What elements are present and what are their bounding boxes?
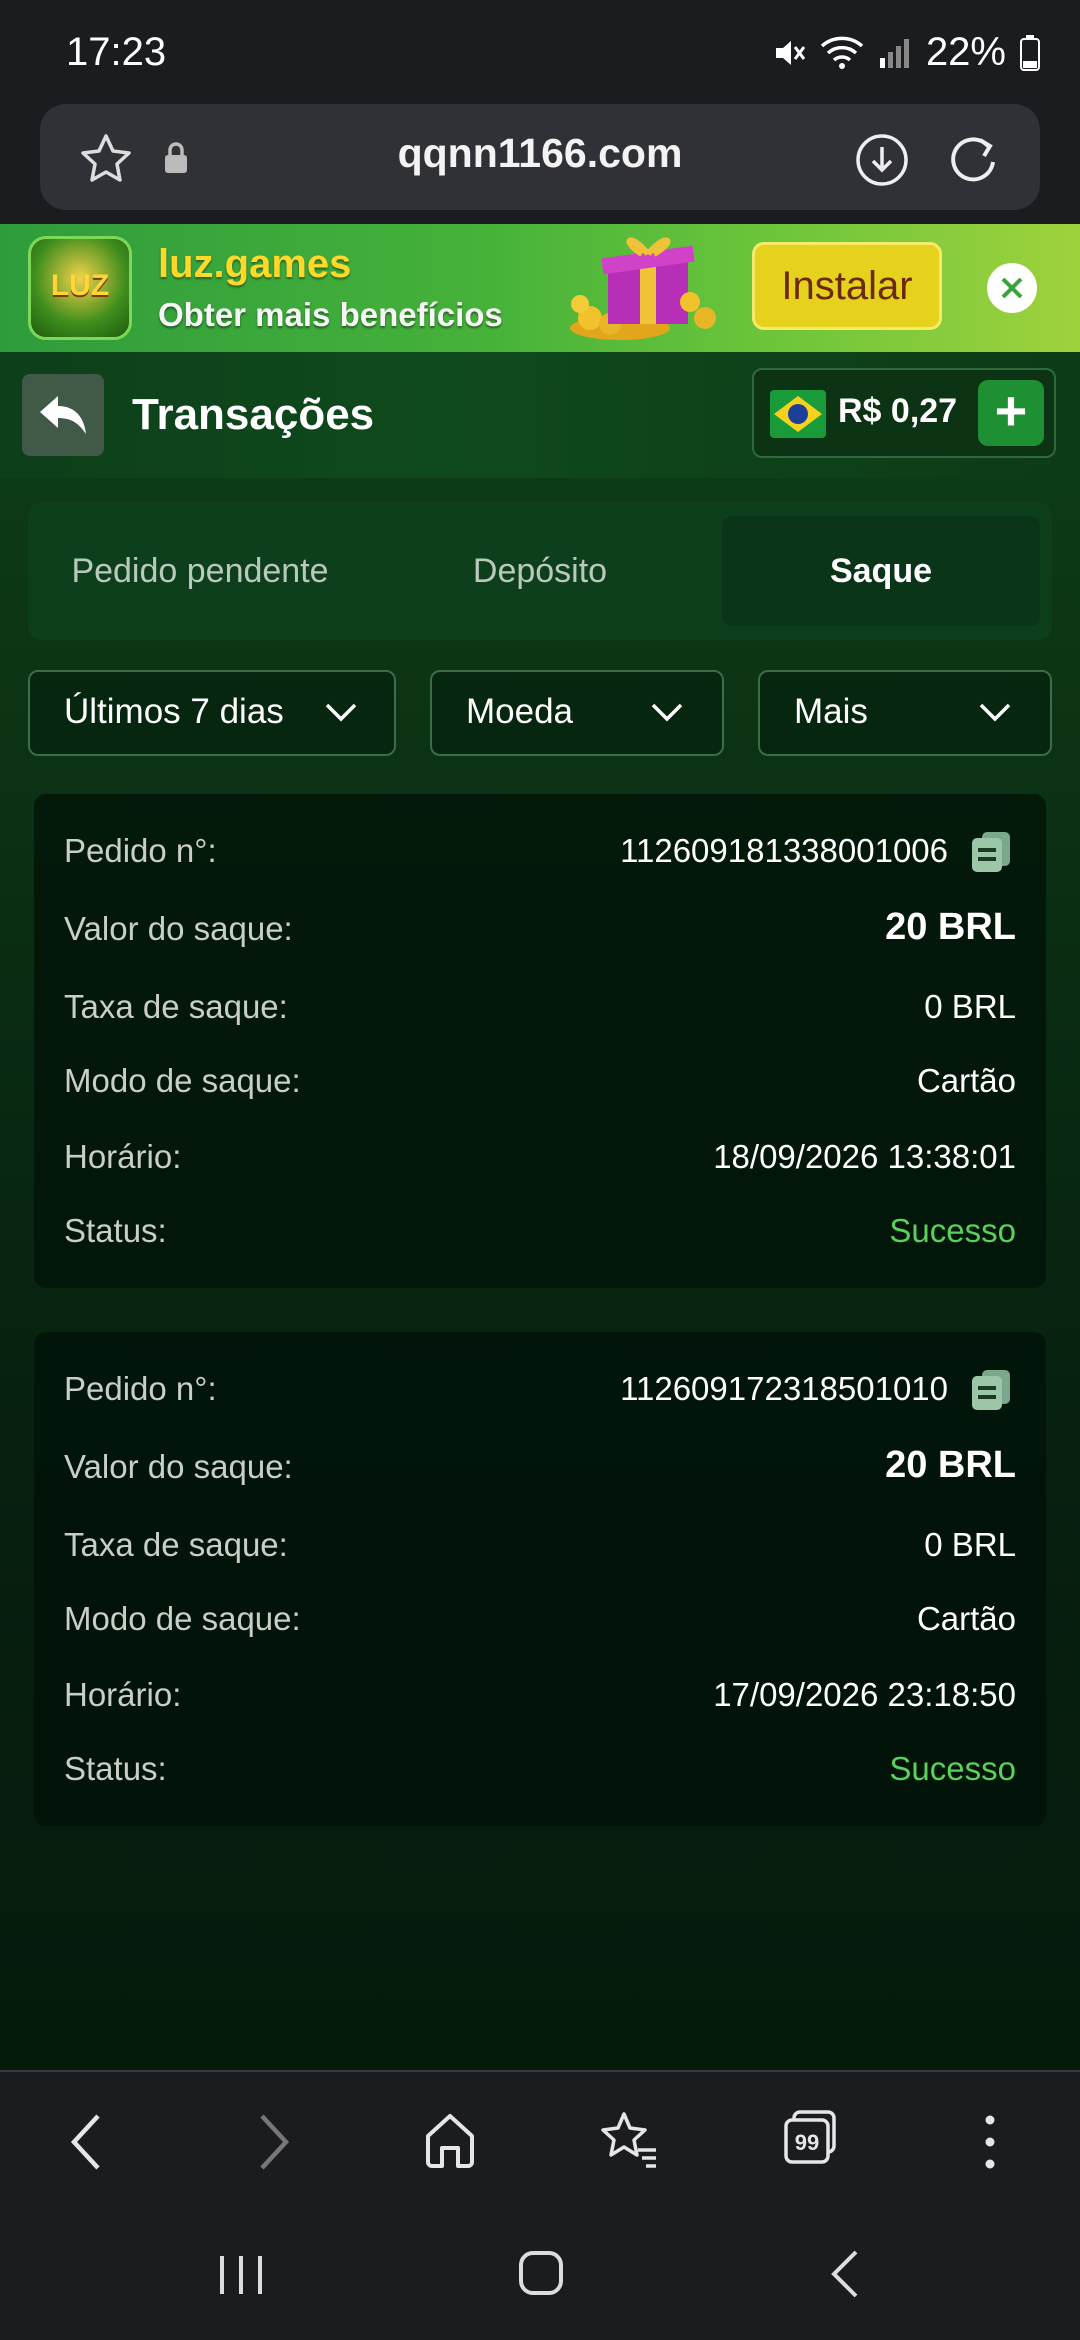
deposit-plus-button[interactable]: + <box>978 380 1044 446</box>
time-label: Horário: <box>64 1676 182 1713</box>
amount-label: Valor do saque: <box>64 910 293 947</box>
wifi-icon <box>820 36 864 69</box>
order-label: Pedido n°: <box>64 832 217 869</box>
withdraw-fee: 0 BRL <box>924 988 1016 1025</box>
address-bar[interactable]: qqnn1166.com <box>40 104 1040 210</box>
back-system-icon[interactable] <box>826 2248 866 2300</box>
status-row: Status: Sucesso <box>64 1750 1016 1800</box>
currency-filter-dropdown[interactable]: Moeda <box>430 670 724 756</box>
home-system-icon[interactable] <box>516 2248 566 2298</box>
chevron-down-icon <box>979 703 1011 722</box>
more-filter-dropdown[interactable]: Mais <box>758 670 1052 756</box>
time-row: Horário: 17/09/2026 23:18:50 <box>64 1676 1016 1726</box>
brazil-flag-icon <box>770 390 826 438</box>
tab-pending-orders[interactable]: Pedido pendente <box>28 502 372 640</box>
fee-label: Taxa de saque: <box>64 988 288 1025</box>
fee-label: Taxa de saque: <box>64 1526 288 1563</box>
reload-icon[interactable] <box>944 130 1002 188</box>
withdraw-amount: 20 BRL <box>885 906 1016 948</box>
mode-row: Modo de saque: Cartão <box>64 1062 1016 1112</box>
amount-row: Valor do saque: 20 BRL <box>64 906 1016 960</box>
status-badge: Sucesso <box>889 1750 1016 1787</box>
transaction-card: Pedido n°: 112609172318501010 Valor do s… <box>34 1332 1046 1826</box>
app-install-banner: LUZ luz.games Obter mais benefícios Inst… <box>0 224 1080 352</box>
gift-box-icon <box>570 237 716 340</box>
signal-icon <box>879 38 909 68</box>
amount-row: Valor do saque: 20 BRL <box>64 1444 1016 1498</box>
status-label: Status: <box>64 1750 167 1787</box>
recent-apps-icon[interactable] <box>216 2252 266 2298</box>
tab-withdraw[interactable]: Saque <box>722 516 1040 626</box>
currency-filter-label: Moeda <box>466 692 574 731</box>
mode-row: Modo de saque: Cartão <box>64 1600 1016 1650</box>
balance-amount: R$ 0,27 <box>838 392 958 430</box>
back-arrow-icon <box>40 396 86 434</box>
mode-label: Modo de saque: <box>64 1600 301 1637</box>
install-button[interactable]: Instalar <box>752 242 942 330</box>
withdraw-fee: 0 BRL <box>924 1526 1016 1563</box>
download-icon[interactable] <box>854 132 910 188</box>
order-row: Pedido n°: 112609172318501010 <box>64 1370 1016 1420</box>
period-filter-dropdown[interactable]: Últimos 7 dias <box>28 670 396 756</box>
status-label: Status: <box>64 1212 167 1249</box>
close-banner-icon[interactable] <box>984 260 1040 316</box>
mute-icon <box>775 40 806 65</box>
status-icons: 22% <box>772 30 1040 75</box>
more-filter-label: Mais <box>794 692 868 731</box>
app-logo: LUZ <box>28 236 132 340</box>
copy-icon[interactable] <box>968 1366 1016 1414</box>
bookmarks-icon[interactable] <box>598 2108 660 2170</box>
transaction-tabs: Pedido pendente Depósito Saque <box>28 502 1052 640</box>
forward-icon[interactable] <box>254 2112 294 2172</box>
time-label: Horário: <box>64 1138 182 1175</box>
order-number: 112609172318501010 <box>620 1370 948 1407</box>
status-time: 17:23 <box>66 30 167 74</box>
mode-label: Modo de saque: <box>64 1062 301 1099</box>
back-button[interactable] <box>22 374 104 456</box>
tabs-count: 99 <box>794 2130 820 2155</box>
status-badge: Sucesso <box>889 1212 1016 1249</box>
app-logo-text: LUZ <box>50 269 110 302</box>
tab-deposit[interactable]: Depósito <box>372 502 708 640</box>
tabs-button[interactable]: 99 <box>780 2108 840 2168</box>
amount-label: Valor do saque: <box>64 1448 293 1485</box>
page-header: Transações R$ 0,27 + <box>0 352 1080 478</box>
balance-widget[interactable]: R$ 0,27 + <box>752 368 1056 458</box>
status-row: Status: Sucesso <box>64 1212 1016 1262</box>
battery-percent: 22% <box>925 30 1006 74</box>
copy-icon[interactable] <box>968 828 1016 876</box>
period-filter-label: Últimos 7 dias <box>64 692 284 731</box>
order-row: Pedido n°: 112609181338001006 <box>64 832 1016 882</box>
withdraw-mode: Cartão <box>916 1600 1016 1637</box>
transaction-card: Pedido n°: 112609181338001006 Valor do s… <box>34 794 1046 1288</box>
withdraw-amount: 20 BRL <box>885 1444 1016 1486</box>
banner-subtitle: Obter mais benefícios <box>158 296 503 333</box>
battery-icon <box>1020 34 1040 71</box>
order-label: Pedido n°: <box>64 1370 217 1407</box>
more-menu-icon[interactable] <box>972 2112 1008 2172</box>
status-bar: 17:23 22% <box>0 0 1080 100</box>
withdraw-mode: Cartão <box>916 1062 1016 1099</box>
back-icon[interactable] <box>66 2112 106 2172</box>
chevron-down-icon <box>325 703 357 722</box>
time-row: Horário: 18/09/2026 13:38:01 <box>64 1138 1016 1188</box>
home-icon[interactable] <box>420 2110 480 2170</box>
withdraw-time: 17/09/2026 23:18:50 <box>713 1676 1016 1713</box>
order-number: 112609181338001006 <box>620 832 948 869</box>
fee-row: Taxa de saque: 0 BRL <box>64 988 1016 1038</box>
banner-app-name: luz.games <box>158 242 352 286</box>
chevron-down-icon <box>651 703 683 722</box>
page-title: Transações <box>132 390 375 439</box>
browser-bottom-nav: 99 <box>0 2070 1080 2212</box>
system-navigation-bar <box>0 2210 1080 2340</box>
fee-row: Taxa de saque: 0 BRL <box>64 1526 1016 1576</box>
withdraw-time: 18/09/2026 13:38:01 <box>713 1138 1016 1175</box>
